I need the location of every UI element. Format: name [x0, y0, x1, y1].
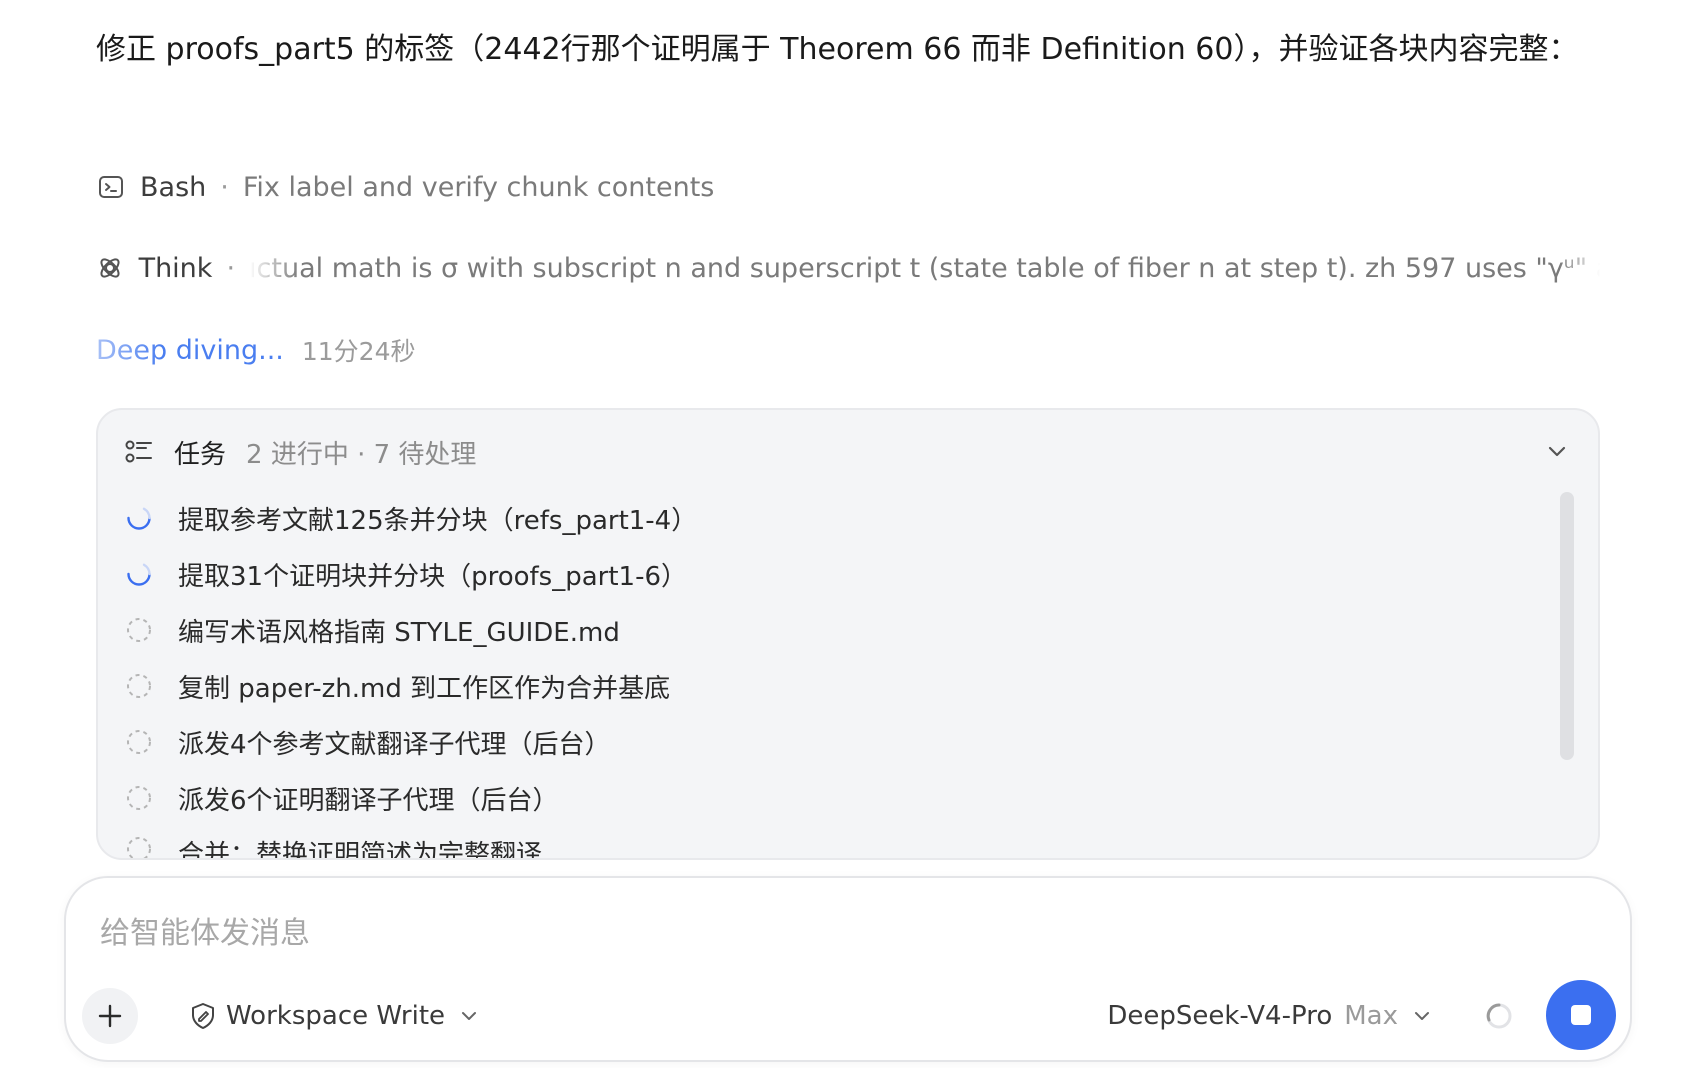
task-label: 合并：替换证明简述为完整翻译 — [178, 840, 543, 860]
spinner-icon — [127, 563, 151, 586]
separator-dot: · — [226, 252, 236, 284]
task-item[interactable]: 提取参考文献125条并分块（refs_part1-4） — [124, 490, 1538, 546]
spinner-icon — [127, 507, 151, 530]
assistant-message: 修正 proofs_part5 的标签（2442行那个证明属于 Theorem … — [96, 32, 1579, 67]
model-mode: Max — [1344, 1001, 1398, 1031]
separator-dot: · — [220, 171, 229, 203]
add-attachment-button[interactable] — [82, 988, 138, 1044]
task-summary: 2 进行中 · 7 待处理 — [246, 439, 477, 470]
stop-button[interactable] — [1546, 980, 1616, 1050]
task-list: 提取参考文献125条并分块（refs_part1-4） 提取31个证明块并分块（… — [124, 490, 1538, 860]
loading-spinner-icon — [1486, 1003, 1512, 1029]
brain-icon — [96, 253, 125, 283]
stop-icon — [1571, 1005, 1591, 1025]
task-panel: 任务 2 进行中 · 7 待处理 提取参考文献125条并分块（refs_part… — [96, 408, 1600, 860]
task-label: 派发4个参考文献翻译子代理（后台） — [178, 729, 611, 760]
task-list-scrollbar[interactable] — [1560, 492, 1574, 760]
tool-name: Bash — [140, 171, 207, 203]
permission-selector[interactable]: Workspace Write — [188, 996, 481, 1036]
plus-icon — [98, 1004, 122, 1028]
task-item[interactable]: 派发4个参考文献翻译子代理（后台） — [124, 714, 1538, 770]
message-input[interactable]: 给智能体发消息 — [100, 908, 310, 952]
agent-status: Deep diving... 11分24秒 — [96, 332, 415, 368]
tool-call-bash[interactable]: Bash · Fix label and verify chunk conten… — [96, 167, 714, 207]
tool-call-think[interactable]: Think · ıctual math is σ with subscript … — [96, 248, 1600, 288]
tool-detail: Fix label and verify chunk contents — [242, 171, 715, 203]
task-label: 编写术语风格指南 STYLE_GUIDE.md — [178, 617, 620, 648]
message-composer: 给智能体发消息 Workspace Write DeepSeek-V4-Pro … — [64, 876, 1632, 1062]
task-item[interactable]: 编写术语风格指南 STYLE_GUIDE.md — [124, 602, 1538, 658]
task-panel-header[interactable]: 任务 2 进行中 · 7 待处理 — [124, 430, 1572, 474]
task-panel-title: 任务 — [174, 439, 227, 470]
pending-circle-icon — [127, 786, 151, 810]
tool-name: Think — [138, 252, 213, 284]
shield-pen-icon — [192, 1003, 214, 1029]
elapsed-time: 11分24秒 — [301, 337, 416, 366]
chevron-down-icon[interactable] — [1542, 436, 1572, 466]
chevron-down-icon — [462, 1012, 477, 1020]
pending-circle-icon — [127, 618, 151, 642]
task-list-icon — [125, 440, 152, 463]
pending-circle-icon — [127, 674, 151, 698]
task-item[interactable]: 派发6个证明翻译子代理（后台） — [124, 770, 1538, 826]
tool-detail: ıctual math is σ with subscript n and su… — [249, 252, 1600, 284]
status-label: Deep diving... — [96, 334, 284, 366]
task-label: 复制 paper-zh.md 到工作区作为合并基底 — [178, 673, 671, 704]
task-label: 派发6个证明翻译子代理（后台） — [178, 785, 559, 816]
permission-label: Workspace Write — [226, 1001, 446, 1031]
pending-circle-icon — [127, 837, 151, 858]
pending-circle-icon — [127, 730, 151, 754]
task-item[interactable]: 复制 paper-zh.md 到工作区作为合并基底 — [124, 658, 1538, 714]
task-label: 提取31个证明块并分块（proofs_part1-6） — [178, 561, 688, 592]
chevron-down-icon — [1415, 1012, 1429, 1020]
task-label: 提取参考文献125条并分块（refs_part1-4） — [178, 505, 698, 536]
terminal-icon — [96, 172, 126, 202]
task-item[interactable]: 提取31个证明块并分块（proofs_part1-6） — [124, 546, 1538, 602]
task-item[interactable]: 合并：替换证明简述为完整翻译 — [124, 826, 1538, 860]
model-selector[interactable]: DeepSeek-V4-Pro Max — [1107, 996, 1434, 1036]
model-name: DeepSeek-V4-Pro — [1107, 1001, 1333, 1031]
